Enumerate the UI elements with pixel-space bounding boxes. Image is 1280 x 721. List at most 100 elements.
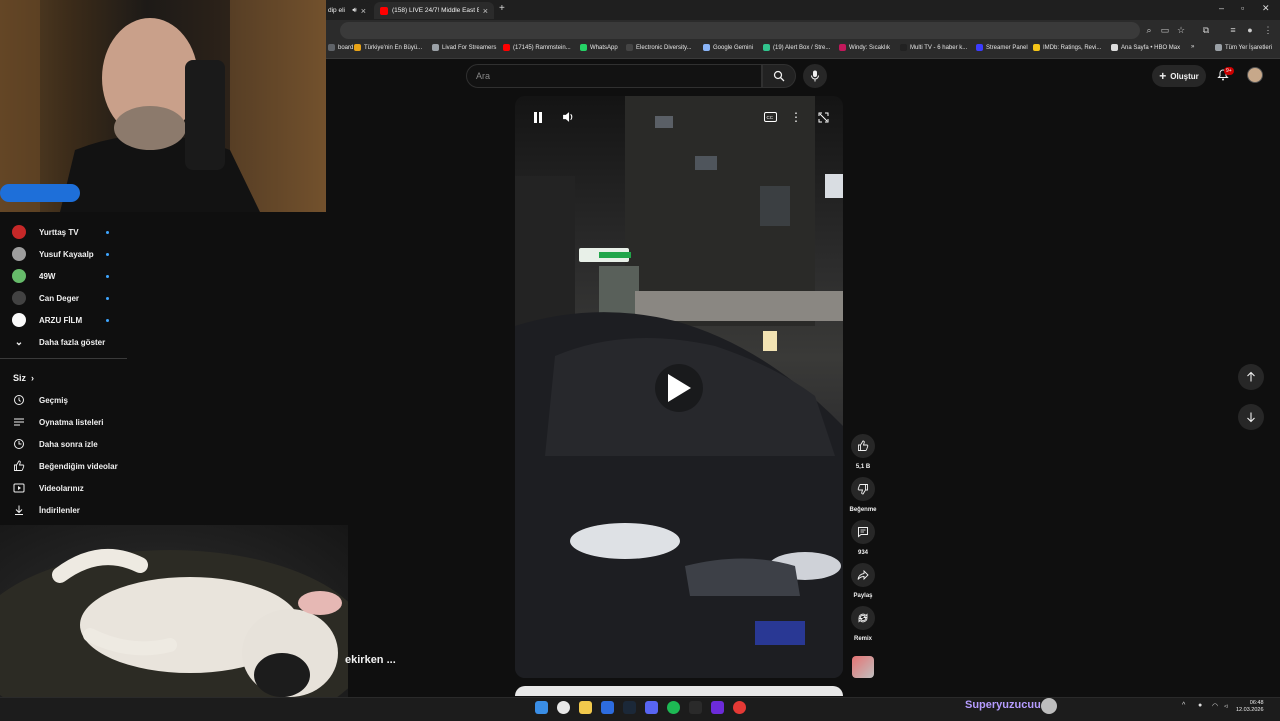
recording-app-icon[interactable]: [733, 701, 746, 714]
cast-icon[interactable]: ▭: [1159, 24, 1171, 36]
sidebar-item-your-videos[interactable]: Videolarınız: [0, 477, 127, 499]
profile-icon[interactable]: ●: [1244, 24, 1256, 36]
sidebar-subscription-yusuf-kayaalp[interactable]: Yusuf Kayaalp: [0, 243, 127, 265]
fullscreen-button[interactable]: [814, 108, 832, 126]
bookmark-item[interactable]: Multi TV - 6 haber k...: [900, 44, 967, 51]
edge-taskbar-icon[interactable]: [601, 701, 614, 714]
remix-action[interactable]: Remix: [850, 606, 876, 642]
streamer-name-overlay: Superyuzucuu: [965, 699, 1041, 711]
sidebar-show-more[interactable]: ⌄ Daha fazla göster: [0, 331, 127, 353]
bookmark-item[interactable]: Tüm Yer İşaretleri: [1215, 44, 1272, 51]
sidebar-item-label: Daha sonra izle: [39, 439, 98, 449]
sidebar-subscription-arzu-film[interactable]: ARZU FİLM: [0, 309, 127, 331]
bookmark-favicon-icon: [703, 44, 710, 51]
more-bookmarks-button[interactable]: »: [1191, 44, 1194, 50]
close-icon[interactable]: ×: [361, 6, 366, 16]
sidebar-item-downloads[interactable]: İndirilenler: [0, 499, 127, 521]
sidebar-subscription-can-deger[interactable]: Can Deger: [0, 287, 127, 309]
bookmark-item[interactable]: Livad For Streamers: [432, 44, 496, 51]
share-label: Paylaş: [853, 593, 873, 599]
sidebar-subscription-yurttas-tv[interactable]: Yurttaş TV: [0, 221, 127, 243]
like-action[interactable]: 5,1 B: [850, 434, 876, 470]
bookmark-label: Electronic Diversity...: [636, 44, 692, 51]
remix-button[interactable]: [851, 606, 875, 630]
dislike-icon: [857, 484, 868, 495]
bookmark-item[interactable]: Streamer Panel: [976, 44, 1028, 51]
browser-tab-1[interactable]: dip eli 🔊︎ ×: [322, 2, 372, 19]
media-icon[interactable]: ≡: [1227, 24, 1239, 36]
sidebar-item-label: İndirilenler: [39, 505, 80, 515]
more-options-button[interactable]: ⋮: [787, 108, 805, 126]
star-icon[interactable]: ☆: [1175, 24, 1187, 36]
bookmark-item[interactable]: Electronic Diversity...: [626, 44, 692, 51]
bookmark-item[interactable]: Türkiye'nin En Büyü...: [354, 44, 422, 51]
bookmark-favicon-icon: [1215, 44, 1222, 51]
mic-tray-icon[interactable]: ●: [1198, 702, 1202, 709]
close-window-icon[interactable]: ✕: [1262, 3, 1270, 14]
sidebar-item-history[interactable]: Geçmiş: [0, 389, 127, 411]
maximize-icon[interactable]: ▫: [1241, 3, 1244, 13]
captions-button[interactable]: CC: [761, 108, 779, 126]
close-icon[interactable]: ×: [483, 6, 488, 16]
search-button[interactable]: [762, 64, 796, 88]
bookmark-item[interactable]: board: [328, 44, 353, 51]
dislike-button[interactable]: [851, 477, 875, 501]
create-button[interactable]: + Oluştur: [1152, 65, 1206, 87]
clock-date: 12.03.2026: [1236, 707, 1264, 713]
taskbar-clock[interactable]: 06:48 12.03.2026: [1236, 700, 1264, 714]
volume-button[interactable]: [559, 108, 577, 126]
create-label: Oluştur: [1170, 71, 1199, 81]
steam-taskbar-icon[interactable]: [623, 701, 636, 714]
sidebar-subscription-49w[interactable]: 49W: [0, 265, 127, 287]
extensions-icon[interactable]: ⧉: [1200, 24, 1212, 36]
dog-scene: [0, 549, 348, 720]
network-tray-icon[interactable]: ◠: [1212, 702, 1218, 710]
audio-track-thumbnail[interactable]: [852, 656, 874, 678]
browser-tab-2[interactable]: (158) LIVE 24/7! Middle East Ex ×: [374, 2, 494, 19]
channel-avatar: [12, 269, 26, 283]
file-explorer-icon[interactable]: [579, 701, 592, 714]
search-input[interactable]: Ara: [466, 64, 762, 88]
new-tab-button[interactable]: +: [499, 3, 505, 14]
next-short-button[interactable]: [1238, 404, 1264, 430]
pause-button[interactable]: [529, 108, 547, 126]
streaming-app-icon[interactable]: [711, 701, 724, 714]
sidebar-you-heading[interactable]: Siz ›: [0, 367, 127, 389]
channel-avatar: [12, 313, 26, 327]
speaker-tray-icon[interactable]: ◃: [1224, 702, 1228, 710]
bookmark-item[interactable]: WhatsApp: [580, 44, 618, 51]
like-button[interactable]: [851, 434, 875, 458]
menu-icon[interactable]: ⋮: [1262, 24, 1274, 36]
bookmark-item[interactable]: Google Gemini: [703, 44, 753, 51]
center-play-button[interactable]: [655, 364, 703, 412]
bookmark-item[interactable]: (19) Alert Box / Stre...: [763, 44, 830, 51]
sidebar-item-playlists[interactable]: Oynatma listeleri: [0, 411, 127, 433]
play-icon: [668, 374, 691, 402]
epic-games-taskbar-icon[interactable]: [689, 701, 702, 714]
bookmark-item[interactable]: Ana Sayfa • HBO Max: [1111, 44, 1180, 51]
omnibox[interactable]: [340, 22, 1140, 39]
share-button[interactable]: [851, 563, 875, 587]
tray-chevron-icon[interactable]: ^: [1182, 702, 1185, 709]
next-short-preview[interactable]: [515, 686, 843, 696]
sidebar-item-watch-later[interactable]: Daha sonra izle: [0, 433, 127, 455]
sidebar-item-liked-videos[interactable]: Beğendiğim videolar: [0, 455, 127, 477]
bookmark-item[interactable]: (17145) Rammstein...: [503, 44, 571, 51]
bookmark-favicon-icon: [432, 44, 439, 51]
comment-button[interactable]: [851, 520, 875, 544]
dislike-action[interactable]: Beğenme: [850, 477, 877, 513]
zoom-icon[interactable]: ⌕: [1143, 24, 1155, 36]
short-title[interactable]: ekirken ...: [345, 654, 396, 666]
discord-taskbar-icon[interactable]: [645, 701, 658, 714]
start-menu-icon[interactable]: [535, 701, 548, 714]
share-action[interactable]: Paylaş: [850, 563, 876, 599]
chrome-taskbar-icon[interactable]: [557, 701, 570, 714]
minimize-icon[interactable]: –: [1219, 3, 1224, 13]
account-avatar[interactable]: [1247, 67, 1263, 83]
bookmark-item[interactable]: IMDb: Ratings, Revi...: [1033, 44, 1101, 51]
previous-short-button[interactable]: [1238, 364, 1264, 390]
comment-action[interactable]: 934: [850, 520, 876, 556]
voice-search-button[interactable]: [803, 64, 827, 88]
bookmark-item[interactable]: Windy: Sıcaklık: [839, 44, 890, 51]
spotify-taskbar-icon[interactable]: [667, 701, 680, 714]
